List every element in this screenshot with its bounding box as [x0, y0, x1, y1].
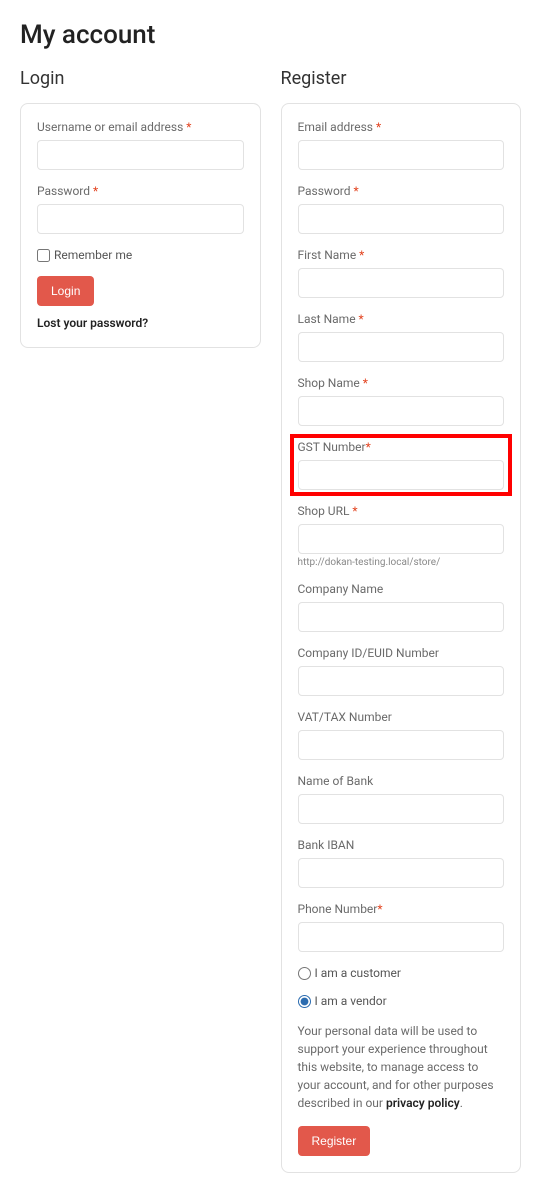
register-password-field: Password *	[298, 184, 505, 234]
gst-number-input[interactable]	[298, 460, 505, 490]
bank-name-input[interactable]	[298, 794, 505, 824]
shop-url-input[interactable]	[298, 524, 505, 554]
phone-label-text: Phone Number	[298, 902, 378, 916]
shop-name-input[interactable]	[298, 396, 505, 426]
bank-iban-label: Bank IBAN	[298, 838, 505, 852]
role-vendor-radio[interactable]	[298, 995, 311, 1008]
required-marker: *	[359, 248, 364, 262]
bank-name-field: Name of Bank	[298, 774, 505, 824]
bank-iban-input[interactable]	[298, 858, 505, 888]
vat-input[interactable]	[298, 730, 505, 760]
last-name-input[interactable]	[298, 332, 505, 362]
shop-url-label: Shop URL *	[298, 504, 505, 518]
last-name-label-text: Last Name	[298, 312, 359, 326]
gst-number-label: GST Number*	[298, 440, 505, 454]
role-customer-label: I am a customer	[315, 966, 401, 980]
last-name-field: Last Name *	[298, 312, 505, 362]
bank-name-label: Name of Bank	[298, 774, 505, 788]
required-marker: *	[93, 184, 98, 198]
first-name-label: First Name *	[298, 248, 505, 262]
privacy-notice: Your personal data will be used to suppo…	[298, 1022, 505, 1112]
gst-number-label-text: GST Number	[298, 440, 366, 454]
shop-url-field: Shop URL * http://dokan-testing.local/st…	[298, 504, 505, 568]
remember-me-row: Remember me	[37, 248, 244, 262]
company-id-label: Company ID/EUID Number	[298, 646, 505, 660]
shop-name-label: Shop Name *	[298, 376, 505, 390]
role-customer-radio[interactable]	[298, 967, 311, 980]
company-id-field: Company ID/EUID Number	[298, 646, 505, 696]
vat-label: VAT/TAX Number	[298, 710, 505, 724]
company-id-input[interactable]	[298, 666, 505, 696]
first-name-label-text: First Name	[298, 248, 360, 262]
vat-field: VAT/TAX Number	[298, 710, 505, 760]
required-marker: *	[359, 312, 364, 326]
login-password-input[interactable]	[37, 204, 244, 234]
login-password-field: Password *	[37, 184, 244, 234]
bank-iban-field: Bank IBAN	[298, 838, 505, 888]
page-title: My account	[20, 20, 521, 50]
required-marker: *	[363, 376, 368, 390]
register-heading: Register	[281, 68, 522, 89]
required-marker: *	[366, 440, 371, 454]
phone-input[interactable]	[298, 922, 505, 952]
register-panel: Email address * Password * First Name * …	[281, 103, 522, 1173]
login-username-label-text: Username or email address	[37, 120, 186, 134]
required-marker: *	[377, 902, 382, 916]
login-username-input[interactable]	[37, 140, 244, 170]
required-marker: *	[186, 120, 191, 134]
shop-name-field: Shop Name *	[298, 376, 505, 426]
shop-url-helper: http://dokan-testing.local/store/	[298, 557, 505, 568]
login-panel: Username or email address * Password * R…	[20, 103, 261, 348]
required-marker: *	[352, 504, 357, 518]
login-password-label: Password *	[37, 184, 244, 198]
shop-name-label-text: Shop Name	[298, 376, 363, 390]
remember-me-checkbox[interactable]	[37, 249, 50, 262]
first-name-input[interactable]	[298, 268, 505, 298]
lost-password-link[interactable]: Lost your password?	[37, 316, 148, 330]
required-marker: *	[353, 184, 358, 198]
phone-label: Phone Number*	[298, 902, 505, 916]
register-password-label: Password *	[298, 184, 505, 198]
phone-field: Phone Number*	[298, 902, 505, 952]
company-name-input[interactable]	[298, 602, 505, 632]
role-vendor-label: I am a vendor	[315, 994, 387, 1008]
gst-number-field: GST Number*	[298, 440, 505, 490]
login-username-label: Username or email address *	[37, 120, 244, 134]
company-name-field: Company Name	[298, 582, 505, 632]
register-password-input[interactable]	[298, 204, 505, 234]
first-name-field: First Name *	[298, 248, 505, 298]
required-marker: *	[376, 120, 381, 134]
register-email-label-text: Email address	[298, 120, 376, 134]
login-username-field: Username or email address *	[37, 120, 244, 170]
login-heading: Login	[20, 68, 261, 89]
register-email-field: Email address *	[298, 120, 505, 170]
last-name-label: Last Name *	[298, 312, 505, 326]
register-password-label-text: Password	[298, 184, 354, 198]
shop-url-label-text: Shop URL	[298, 504, 353, 518]
register-email-label: Email address *	[298, 120, 505, 134]
privacy-policy-link[interactable]: privacy policy	[386, 1096, 460, 1110]
login-button[interactable]: Login	[37, 276, 94, 306]
login-password-label-text: Password	[37, 184, 93, 198]
register-column: Register Email address * Password * Firs…	[281, 68, 522, 1173]
company-name-label: Company Name	[298, 582, 505, 596]
register-button[interactable]: Register	[298, 1126, 371, 1156]
privacy-suffix: .	[460, 1096, 463, 1110]
login-column: Login Username or email address * Passwo…	[20, 68, 261, 1173]
register-email-input[interactable]	[298, 140, 505, 170]
columns: Login Username or email address * Passwo…	[20, 68, 521, 1173]
role-customer-row: I am a customer	[298, 966, 505, 980]
remember-me-label: Remember me	[54, 248, 132, 262]
role-vendor-row: I am a vendor	[298, 994, 505, 1008]
